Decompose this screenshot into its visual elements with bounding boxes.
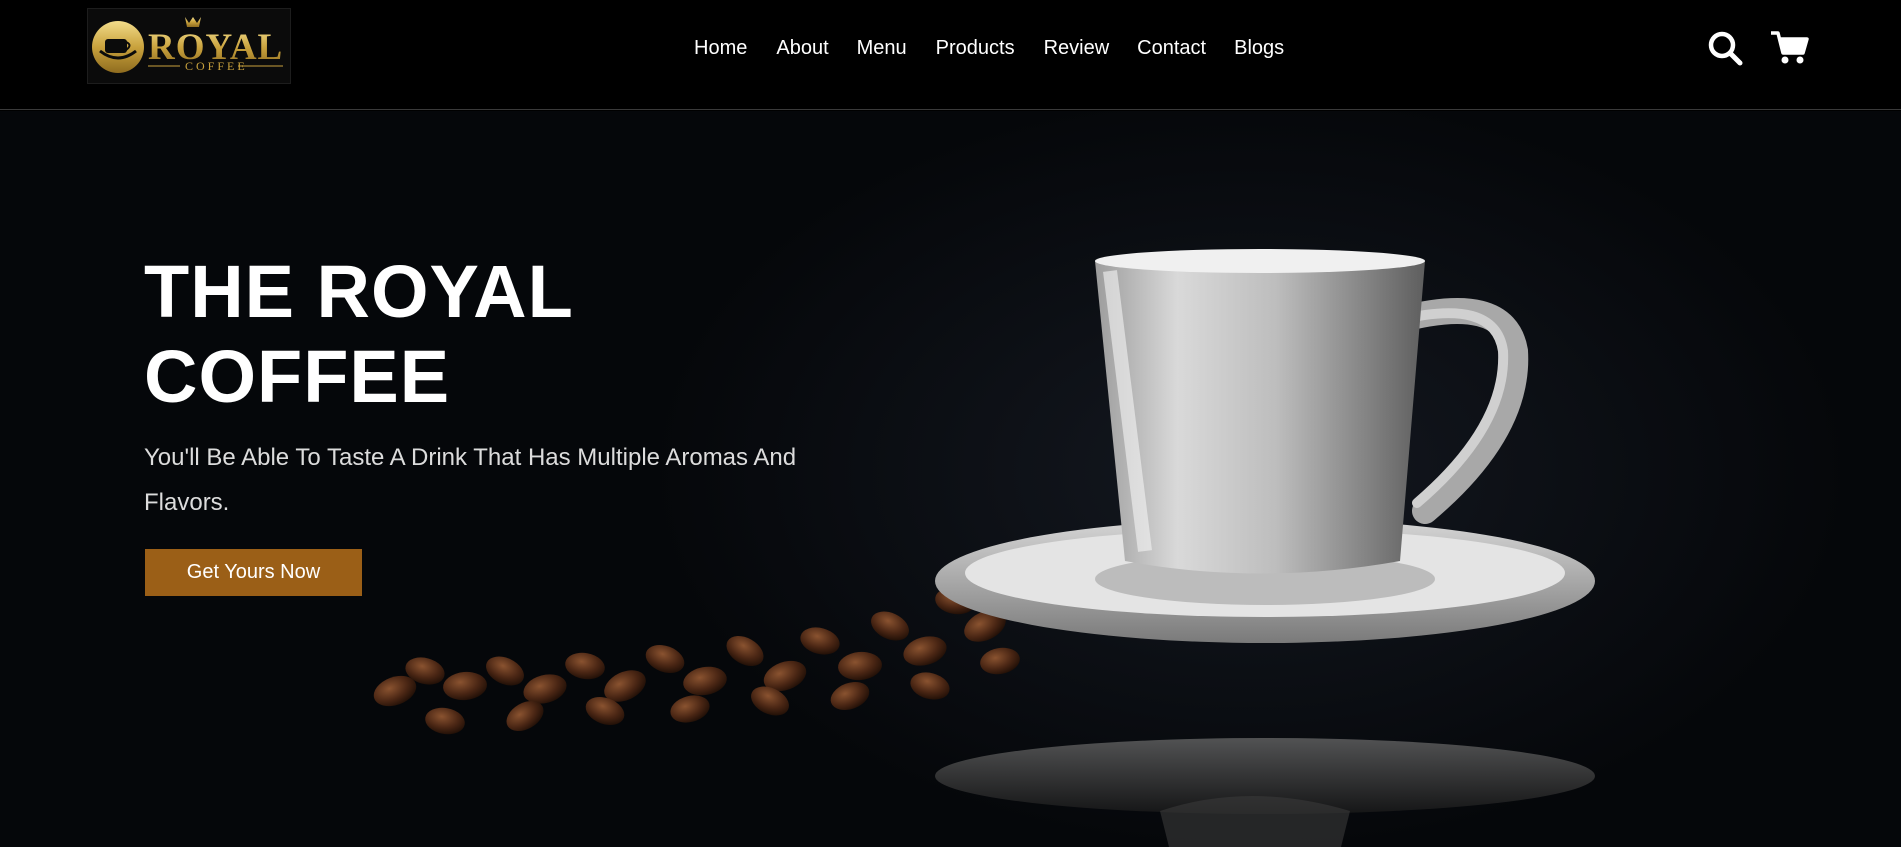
nav-about[interactable]: About bbox=[776, 36, 828, 60]
hero-title: THE ROYAL COFFEE bbox=[144, 250, 574, 418]
nav-review[interactable]: Review bbox=[1044, 36, 1110, 60]
hero-section: THE ROYAL COFFEE You'll Be Able To Taste… bbox=[0, 111, 1901, 847]
nav-menu[interactable]: Menu bbox=[857, 36, 907, 60]
logo-graphic: ROYAL COFFEE bbox=[92, 17, 283, 73]
nav-products[interactable]: Products bbox=[936, 36, 1015, 60]
nav-home[interactable]: Home bbox=[694, 36, 747, 60]
hero-subtitle: You'll Be Able To Taste A Drink That Has… bbox=[144, 444, 797, 516]
get-yours-now-button[interactable]: Get Yours Now bbox=[145, 549, 362, 596]
top-header: ROYAL COFFEE Home About Menu Products Re… bbox=[0, 0, 1901, 110]
logo-brand-sub: COFFEE bbox=[185, 59, 248, 73]
cart-icon[interactable] bbox=[1770, 30, 1810, 66]
nav-contact[interactable]: Contact bbox=[1137, 36, 1206, 60]
royal-coffee-logo[interactable]: ROYAL COFFEE bbox=[87, 8, 291, 84]
nav-blogs[interactable]: Blogs bbox=[1234, 36, 1284, 60]
search-icon[interactable] bbox=[1706, 30, 1746, 66]
main-nav: Home About Menu Products Review Contact … bbox=[694, 36, 1284, 60]
